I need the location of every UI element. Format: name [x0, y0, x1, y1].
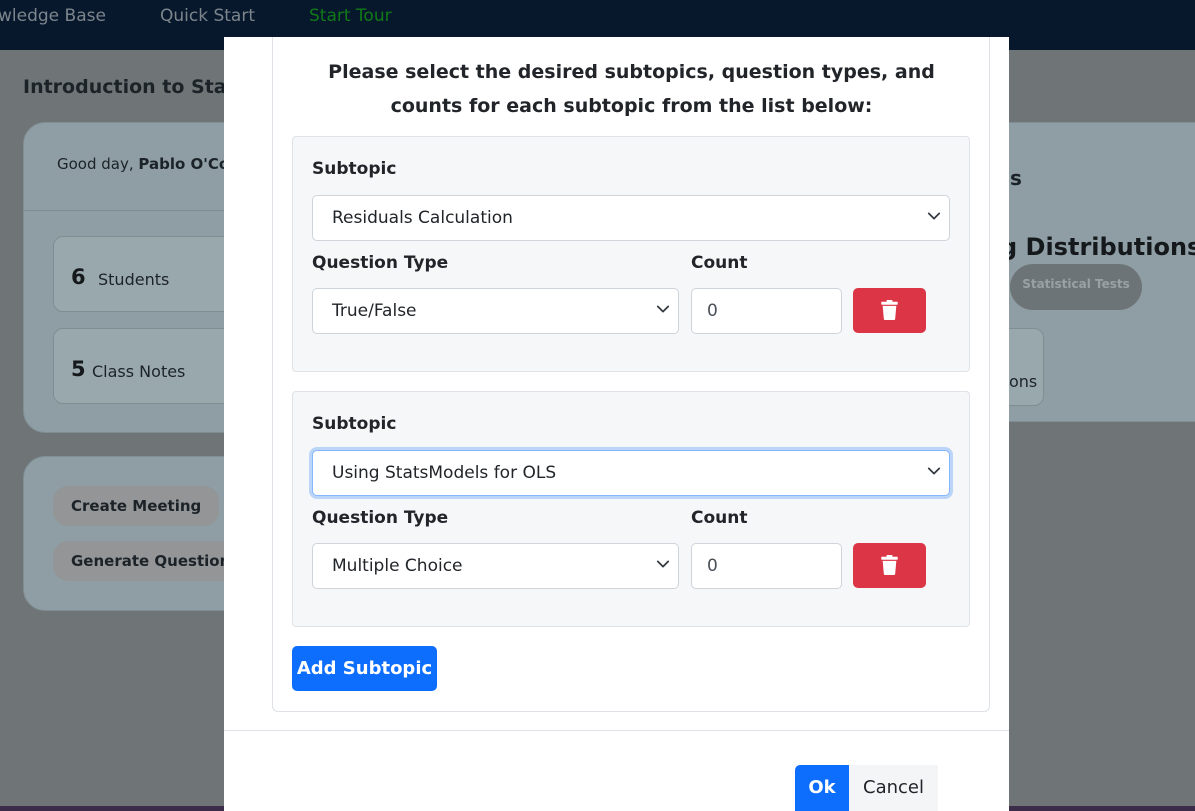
subtopic-select-value: Using StatsModels for OLS [332, 463, 557, 483]
modal-instructions: Please select the desired subtopics, que… [328, 61, 935, 117]
subtopic-label: Subtopic [312, 414, 397, 434]
class-notes-count: 5 [71, 357, 86, 381]
add-subtopic-button[interactable]: Add Subtopic [292, 646, 437, 691]
nav-link-start-tour[interactable]: Start Tour [309, 6, 392, 26]
subtopic-block-2: Subtopic Using StatsModels for OLS Quest… [292, 391, 970, 627]
subtopic-select[interactable]: Using StatsModels for OLS [312, 450, 950, 496]
chevron-down-icon [927, 212, 941, 220]
students-label: Students [98, 270, 170, 289]
chevron-down-icon [927, 467, 941, 475]
trash-icon [881, 300, 898, 320]
subtopic-label: Subtopic [312, 159, 397, 179]
question-type-select[interactable]: Multiple Choice [312, 543, 679, 589]
question-type-select-value: True/False [332, 301, 417, 321]
question-type-label: Question Type [312, 253, 449, 273]
trash-icon [881, 555, 898, 575]
question-type-label: Question Type [312, 508, 449, 528]
greeting-prefix: Good day, [57, 155, 139, 173]
delete-subtopic-button[interactable] [853, 288, 926, 333]
statistical-tests-tag[interactable]: Statistical Tests [1010, 264, 1142, 310]
subtopic-block-1: Subtopic Residuals Calculation Question … [292, 136, 970, 372]
nav-link-quick-start[interactable]: Quick Start [160, 6, 255, 26]
subtopic-select-value: Residuals Calculation [332, 208, 513, 228]
class-notes-label: Class Notes [92, 362, 186, 381]
chevron-down-icon [656, 305, 670, 313]
nav-link-knowledge-base[interactable]: wledge Base [0, 6, 106, 26]
create-meeting-button[interactable]: Create Meeting [53, 486, 220, 526]
modal-footer-divider [224, 730, 1009, 731]
question-type-select-value: Multiple Choice [332, 556, 463, 576]
chevron-down-icon [656, 560, 670, 568]
page-title: Introduction to Sta [23, 76, 227, 98]
right-panel-stat-label: ons [1009, 372, 1038, 391]
delete-subtopic-button[interactable] [853, 543, 926, 588]
cancel-button[interactable]: Cancel [849, 765, 938, 811]
greeting-name: Pablo O'Co [138, 155, 230, 173]
greeting: Good day, Pablo O'Co [57, 155, 229, 173]
count-label: Count [691, 253, 748, 273]
question-type-select[interactable]: True/False [312, 288, 679, 334]
students-count: 6 [71, 265, 86, 289]
right-panel-heading: g Distributions [1000, 233, 1195, 261]
ok-button[interactable]: Ok [795, 765, 849, 811]
count-input[interactable]: 0 [691, 288, 842, 334]
right-panel-title-fragment: s [1010, 166, 1022, 190]
subtopic-select[interactable]: Residuals Calculation [312, 195, 950, 241]
generate-questions-modal: Please select the desired subtopics, que… [224, 37, 1009, 811]
count-input[interactable]: 0 [691, 543, 842, 589]
count-label: Count [691, 508, 748, 528]
